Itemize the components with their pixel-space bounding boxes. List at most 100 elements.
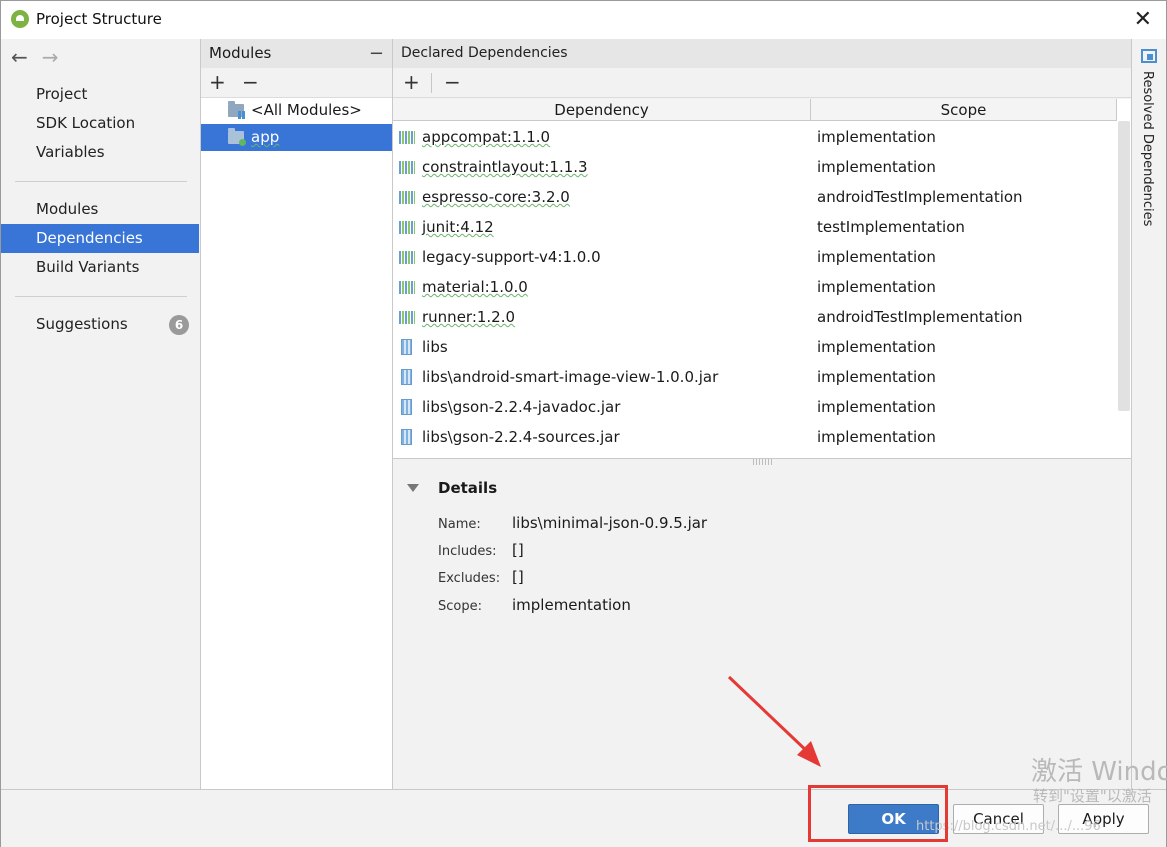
dependency-scope[interactable]: implementation <box>817 272 936 302</box>
detail-label-excludes: Excludes: <box>438 571 501 586</box>
table-row[interactable]: libs\gson-2.2.4-javadoc.jar implementati… <box>393 392 1117 422</box>
dependency-scope[interactable]: implementation <box>817 242 936 272</box>
library-icon <box>399 161 415 174</box>
module-label: app <box>251 128 280 146</box>
detail-label-includes: Includes: <box>438 544 497 559</box>
dependency-scope[interactable]: androidTestImplementation <box>817 302 1023 332</box>
collapse-triangle-icon[interactable] <box>407 484 419 492</box>
collapse-modules-icon[interactable]: − <box>369 39 384 68</box>
library-icon <box>399 281 415 294</box>
module-label: <All Modules> <box>251 101 362 119</box>
dependency-name: libs\gson-2.2.4-sources.jar <box>422 428 620 446</box>
dependency-scope[interactable]: implementation <box>817 152 936 182</box>
dependency-scope[interactable]: implementation <box>817 392 936 422</box>
nav-separator <box>15 181 187 182</box>
remove-dependency-button[interactable]: − <box>444 70 461 94</box>
nav-item-modules[interactable]: Modules <box>1 195 199 224</box>
table-scrollbar[interactable] <box>1118 121 1130 411</box>
detail-value-includes: [] <box>512 541 524 559</box>
table-row[interactable]: runner:1.2.0 androidTestImplementation <box>393 302 1117 332</box>
dependency-name: runner:1.2.0 <box>422 308 516 326</box>
table-row[interactable]: libs\gson-2.2.4-sources.jar implementati… <box>393 422 1117 452</box>
table-row[interactable]: libs\android-smart-image-view-1.0.0.jar … <box>393 362 1117 392</box>
module-item-all-modules[interactable]: <All Modules> <box>201 97 392 124</box>
title-bar: Project Structure ✕ <box>1 1 1166 39</box>
library-icon <box>399 251 415 264</box>
toolbar-divider <box>431 73 432 93</box>
activation-watermark: 激活 Windo <box>1031 757 1167 787</box>
nav-item-dependencies[interactable]: Dependencies <box>1 224 199 253</box>
details-section: Details Name: libs\minimal-json-0.9.5.ja… <box>393 461 1131 789</box>
dependency-scope[interactable]: implementation <box>817 362 936 392</box>
detail-value-scope: implementation <box>512 596 631 614</box>
modules-header: Modules − <box>201 39 392 68</box>
dependency-scope[interactable]: implementation <box>817 332 936 362</box>
dependency-scope[interactable]: androidTestImplementation <box>817 182 1023 212</box>
dependency-name: legacy-support-v4:1.0.0 <box>422 248 601 266</box>
detail-value-excludes: [] <box>512 568 524 586</box>
dialog-button-bar: OK Cancel Apply <box>1 789 1166 847</box>
dependency-scope[interactable]: testImplementation <box>817 212 965 242</box>
table-row[interactable]: legacy-support-v4:1.0.0 implementation <box>393 242 1117 272</box>
modules-panel: Modules − + − <All Modules> app <box>200 39 393 789</box>
table-row[interactable]: appcompat:1.1.0 implementation <box>393 122 1117 152</box>
history-nav: ← → <box>11 45 73 69</box>
table-row[interactable]: libs implementation <box>393 332 1117 362</box>
dependency-scope[interactable]: implementation <box>817 422 936 452</box>
jar-icon <box>401 369 412 385</box>
jar-icon <box>401 429 412 445</box>
module-folder-icon <box>228 128 246 146</box>
table-row[interactable]: junit:4.12 testImplementation <box>393 212 1117 242</box>
dependency-name: libs\android-smart-image-view-1.0.0.jar <box>422 368 719 386</box>
dependency-scope[interactable]: implementation <box>817 122 936 152</box>
detail-label-scope: Scope: <box>438 599 482 614</box>
suggestions-count-badge: 6 <box>169 315 189 335</box>
dependency-name: espresso-core:3.2.0 <box>422 188 570 206</box>
table-row[interactable]: constraintlayout:1.1.3 implementation <box>393 152 1117 182</box>
nav-item-suggestions[interactable]: Suggestions 6 <box>1 310 199 339</box>
nav-item-sdk-location[interactable]: SDK Location <box>1 109 199 138</box>
add-module-button[interactable]: + <box>209 70 226 94</box>
left-navigation: ← → Project SDK Location Variables Module… <box>1 39 199 789</box>
table-row[interactable]: material:1.0.0 implementation <box>393 272 1117 302</box>
declared-dependencies-header: Declared Dependencies <box>393 39 1131 68</box>
dependency-name: appcompat:1.1.0 <box>422 128 551 146</box>
column-header-dependency[interactable]: Dependency <box>393 99 811 121</box>
resolved-dependencies-strip: Resolved Dependencies <box>1131 39 1166 789</box>
activation-watermark-sub: 转到"设置"以激活 <box>1033 787 1152 805</box>
suggestions-label: Suggestions <box>36 315 128 333</box>
library-icon <box>399 191 415 204</box>
table-row[interactable]: espresso-core:3.2.0 androidTestImplement… <box>393 182 1117 212</box>
column-header-scope[interactable]: Scope <box>811 99 1117 121</box>
resolved-dependencies-icon[interactable] <box>1141 49 1157 63</box>
dependency-name: libs\gson-2.2.4-javadoc.jar <box>422 398 621 416</box>
module-item-app[interactable]: app <box>201 124 392 151</box>
add-dependency-button[interactable]: + <box>403 70 420 94</box>
resolved-dependencies-tab[interactable]: Resolved Dependencies <box>1140 71 1155 226</box>
nav-item-build-variants[interactable]: Build Variants <box>1 253 199 282</box>
nav-separator <box>15 296 187 297</box>
url-watermark: https://blog.csdn.net/.../...96 <box>916 819 1101 834</box>
library-icon <box>399 131 415 144</box>
dependency-name: junit:4.12 <box>422 218 494 236</box>
modules-folder-icon <box>228 101 246 119</box>
jar-icon <box>401 399 412 415</box>
nav-item-variables[interactable]: Variables <box>1 138 199 167</box>
back-arrow-icon[interactable]: ← <box>11 45 28 69</box>
project-structure-dialog: Project Structure ✕ ← → Project SDK Locat… <box>0 0 1167 847</box>
forward-arrow-icon[interactable]: → <box>42 45 59 69</box>
detail-label-name: Name: <box>438 517 481 532</box>
dependency-name: material:1.0.0 <box>422 278 528 296</box>
dependencies-table: Dependency Scope appcompat:1.1.0 impleme… <box>393 99 1131 459</box>
dependency-name: constraintlayout:1.1.3 <box>422 158 588 176</box>
close-icon[interactable]: ✕ <box>1134 7 1152 32</box>
modules-header-label: Modules <box>209 44 272 62</box>
detail-value-name: libs\minimal-json-0.9.5.jar <box>512 514 708 532</box>
jar-icon <box>401 339 412 355</box>
remove-module-button[interactable]: − <box>242 70 259 94</box>
modules-toolbar: + − <box>201 68 392 98</box>
details-title: Details <box>438 479 498 497</box>
dependencies-toolbar: + − <box>393 68 1131 98</box>
declared-dependencies-panel: Declared Dependencies + − Dependency Sco… <box>393 39 1131 789</box>
nav-item-project[interactable]: Project <box>1 80 199 109</box>
